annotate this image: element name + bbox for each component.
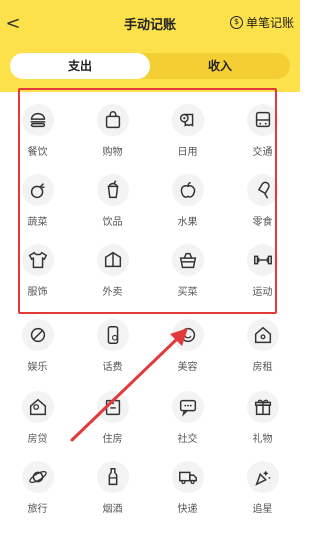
tab-income[interactable]: 收入 — [150, 53, 290, 79]
category-label: 话费 — [102, 362, 123, 373]
category-label: 购物 — [102, 147, 123, 158]
basket-icon — [172, 244, 204, 276]
type-toggle: 支出 收入 — [10, 53, 290, 79]
category-label: 住房 — [102, 434, 123, 445]
category-item[interactable]: 旅行 — [0, 455, 75, 527]
bus-icon — [247, 104, 279, 136]
category-item[interactable]: 蔬菜 — [0, 168, 75, 240]
category-label: 餐饮 — [27, 147, 48, 158]
single-entry-label: 单笔记账 — [245, 16, 294, 30]
single-entry-button[interactable]: $ 单笔记账 — [229, 14, 294, 31]
entertainment-icon — [22, 319, 54, 351]
category-label: 烟酒 — [102, 504, 123, 515]
category-item[interactable]: 社交 — [150, 385, 225, 457]
category-item[interactable]: 水果 — [150, 168, 225, 240]
category-item[interactable]: 快递 — [150, 455, 225, 527]
category-item[interactable]: 交通 — [225, 98, 300, 170]
apple-icon — [172, 174, 204, 206]
bottle-icon — [97, 461, 129, 493]
shopping-bag-icon — [97, 104, 129, 136]
tissue-roll-icon — [172, 104, 204, 136]
category-item[interactable]: 娱乐 — [0, 313, 75, 385]
tab-expense[interactable]: 支出 — [10, 53, 150, 79]
category-label: 美容 — [177, 362, 198, 373]
category-label: 饮品 — [102, 217, 123, 228]
building-icon — [97, 391, 129, 423]
category-label: 房贷 — [27, 434, 48, 445]
truck-icon — [172, 461, 204, 493]
vegetable-icon — [22, 174, 54, 206]
category-item[interactable]: 外卖 — [75, 238, 150, 310]
category-item[interactable]: 房贷 — [0, 385, 75, 457]
category-label: 蔬菜 — [27, 217, 48, 228]
coin-icon: $ — [229, 16, 243, 29]
category-label: 快递 — [177, 504, 198, 515]
category-label: 零食 — [252, 217, 273, 228]
category-item[interactable]: 运动 — [225, 238, 300, 310]
category-label: 买菜 — [177, 287, 198, 298]
category-label: 礼物 — [252, 434, 273, 445]
category-label: 外卖 — [102, 287, 123, 298]
category-label: 日用 — [177, 147, 198, 158]
category-item[interactable]: 追星 — [225, 455, 300, 527]
beauty-icon — [172, 319, 204, 351]
top-bar: < 手动记账 $ 单笔记账 支出 收入 — [0, 0, 300, 92]
drink-cup-icon — [97, 174, 129, 206]
category-label: 追星 — [252, 504, 273, 515]
category-label: 娱乐 — [27, 362, 48, 373]
takeout-box-icon — [97, 244, 129, 276]
category-item[interactable]: 烟酒 — [75, 455, 150, 527]
popsicle-icon — [247, 174, 279, 206]
house-rent-icon — [247, 319, 279, 351]
dumbbell-icon — [247, 244, 279, 276]
planet-icon — [22, 461, 54, 493]
category-label: 旅行 — [27, 504, 48, 515]
tshirt-icon — [22, 244, 54, 276]
phone-bill-icon — [97, 319, 129, 351]
category-item[interactable]: 日用 — [150, 98, 225, 170]
category-label: 服饰 — [27, 287, 48, 298]
category-item[interactable]: 话费 — [75, 313, 150, 385]
category-label: 运动 — [252, 287, 273, 298]
category-item[interactable]: 美容 — [150, 313, 225, 385]
category-label: 水果 — [177, 217, 198, 228]
star-burst-icon — [247, 461, 279, 493]
category-item[interactable]: 餐饮 — [0, 98, 75, 170]
category-item[interactable]: 住房 — [75, 385, 150, 457]
category-item[interactable]: 零食 — [225, 168, 300, 240]
category-item[interactable]: 饮品 — [75, 168, 150, 240]
burger-icon — [22, 104, 54, 136]
gift-icon — [247, 391, 279, 423]
category-label: 交通 — [252, 147, 273, 158]
category-item[interactable]: 房租 — [225, 313, 300, 385]
category-item[interactable]: 服饰 — [0, 238, 75, 310]
mortgage-icon — [22, 391, 54, 423]
category-item[interactable]: 购物 — [75, 98, 150, 170]
category-label: 社交 — [177, 434, 198, 445]
category-item[interactable]: 礼物 — [225, 385, 300, 457]
category-label: 房租 — [252, 362, 273, 373]
category-item[interactable]: 买菜 — [150, 238, 225, 310]
chat-icon — [172, 391, 204, 423]
